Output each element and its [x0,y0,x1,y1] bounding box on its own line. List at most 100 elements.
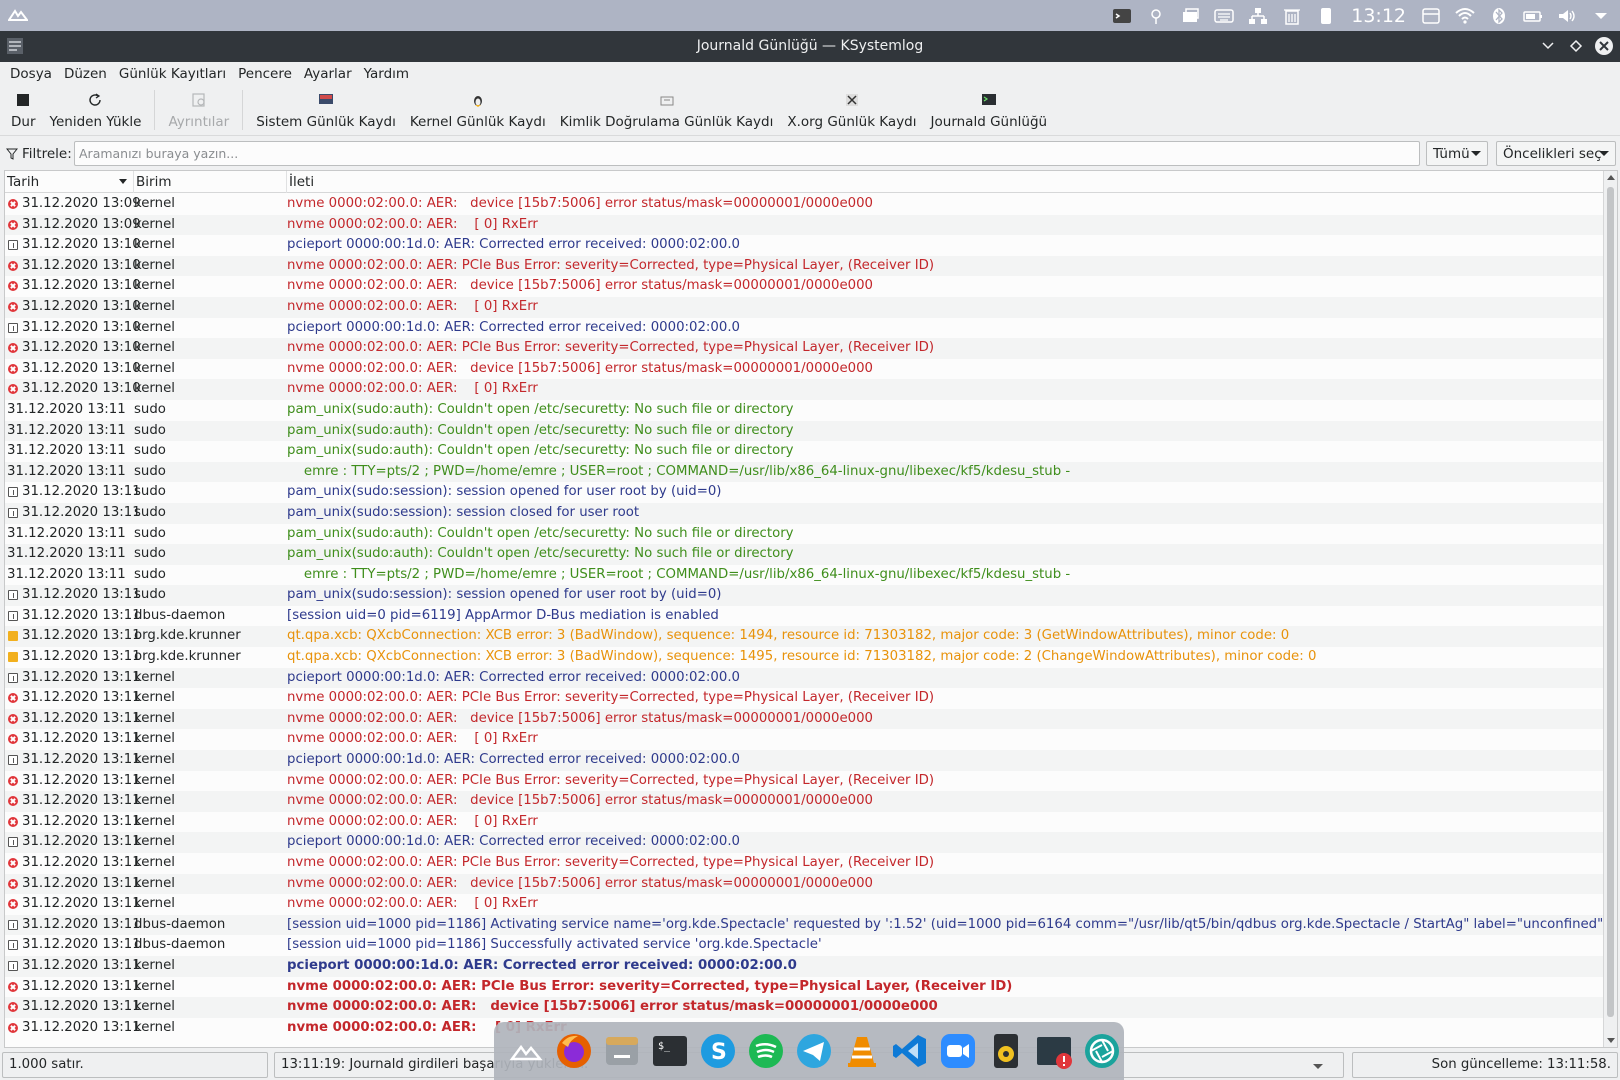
log-table[interactable]: Tarih Birim İleti 31.12.2020 13:09 kernel… [4,170,1618,1048]
table-row[interactable]: 31.12.2020 13:11 sudo pam_unix(sudo:auth):… [5,441,1603,462]
distro-logo-icon[interactable] [7,7,29,23]
table-row[interactable]: 31.12.2020 13:09 kernel nvme 0000:02:00.0:… [5,214,1603,236]
trash-tray-icon[interactable] [1281,6,1303,26]
table-row[interactable]: 31.12.2020 13:10 kernel pcieport 0000:00:1… [5,235,1603,256]
stop-button[interactable]: Dur [4,86,43,130]
table-row[interactable]: 31.12.2020 13:11 org.kde.krunner qt.qpa.xc… [5,647,1603,668]
column-header-date[interactable]: Tarih [5,171,134,193]
auth-log-label: Kimlik Doğrulama Günlük Kaydı [559,114,774,130]
table-row[interactable]: 31.12.2020 13:11 sudo pam_unix(sudo:sessio… [5,585,1603,606]
table-row[interactable]: 31.12.2020 13:11 kernel nvme 0000:02:00.0:… [5,894,1603,915]
spotify-icon[interactable] [746,1031,786,1071]
auth-log-button[interactable]: Kimlik Doğrulama Günlük Kaydı [553,86,781,130]
column-header-message[interactable]: İleti [287,171,1603,193]
table-row[interactable]: 31.12.2020 13:11 dbus-daemon [session uid=… [5,914,1608,936]
system-log-button[interactable]: Sistem Günlük Kaydı [249,86,403,130]
zoom-icon[interactable] [938,1031,978,1071]
column-filter-combo[interactable]: Tümü [1426,141,1488,166]
close-button[interactable] [1594,36,1614,56]
table-row[interactable]: 31.12.2020 13:11 kernel pcieport 0000:00:1… [5,667,1603,689]
table-row[interactable]: 31.12.2020 13:10 kernel pcieport 0000:00:1… [5,318,1603,339]
priority-filter-combo[interactable]: Öncelikleri seç [1496,141,1616,166]
table-row[interactable]: 31.12.2020 13:11 sudo pam_unix(sudo:auth):… [5,420,1603,442]
network-manager-tray-icon[interactable] [1247,6,1269,26]
details-button[interactable]: Ayrıntılar [161,86,236,130]
location-tray-icon[interactable] [1145,6,1167,26]
table-row[interactable]: 31.12.2020 13:11 kernel nvme 0000:02:00.0:… [5,791,1603,812]
ksystemlog-icon[interactable] [1034,1031,1074,1071]
table-row[interactable]: 31.12.2020 13:11 dbus-daemon [session uid=… [5,606,1603,627]
table-row[interactable]: 31.12.2020 13:11 kernel pcieport 0000:00:1… [5,832,1603,853]
clock[interactable]: 13:12 [1351,5,1406,27]
journald-log-button[interactable]: Journald Günlüğü [924,86,1055,130]
minimize-button[interactable] [1538,36,1558,56]
telegram-icon[interactable] [794,1031,834,1071]
table-row[interactable]: 31.12.2020 13:11 kernel nvme 0000:02:00.0:… [5,771,1603,792]
xorg-log-button[interactable]: X.org Günlük Kaydı [780,86,923,130]
window-titlebar[interactable]: Journald Günlüğü — KSystemlog [0,31,1620,62]
table-row[interactable]: 31.12.2020 13:11 kernel pcieport 0000:00:1… [5,955,1603,977]
menu-logs[interactable]: Günlük Kayıtları [113,66,232,82]
scroll-up-arrow-icon[interactable] [1607,175,1615,180]
table-row[interactable]: 31.12.2020 13:10 kernel nvme 0000:02:00.0:… [5,379,1603,400]
app-launcher-icon[interactable] [506,1031,546,1071]
calendar-tray-icon[interactable] [1420,6,1442,26]
table-row[interactable]: 31.12.2020 13:09 kernel nvme 0000:02:00.0:… [5,194,1603,215]
tray-expand-icon[interactable] [1590,6,1612,26]
table-row[interactable]: 31.12.2020 13:10 kernel nvme 0000:02:00.0:… [5,255,1603,277]
files-icon[interactable] [602,1031,642,1071]
kernel-log-button[interactable]: Kernel Günlük Kaydı [403,86,553,130]
table-row[interactable]: 31.12.2020 13:11 sudo pam_unix(sudo:auth):… [5,544,1603,565]
aperture-icon[interactable] [1082,1031,1122,1071]
table-row[interactable]: 31.12.2020 13:11 dbus-daemon [session uid=… [5,935,1603,956]
table-row[interactable]: 31.12.2020 13:11 kernel nvme 0000:02:00.0:… [5,729,1603,750]
audio-player-icon[interactable] [986,1031,1026,1071]
menu-edit[interactable]: Düzen [58,66,113,82]
table-row[interactable]: 31.12.2020 13:10 kernel nvme 0000:02:00.0:… [5,359,1603,380]
table-row[interactable]: 31.12.2020 13:11 kernel nvme 0000:02:00.0:… [5,873,1603,895]
wifi-tray-icon[interactable] [1454,6,1476,26]
table-row[interactable]: 31.12.2020 13:11 kernel nvme 0000:02:00.0:… [5,977,1603,998]
column-header-unit-label: Birim [136,174,172,190]
scrollbar-thumb[interactable] [1607,187,1614,1017]
vscode-icon[interactable] [890,1031,930,1071]
firefox-icon[interactable] [554,1031,594,1071]
table-row[interactable]: 31.12.2020 13:11 kernel nvme 0000:02:00.0:… [5,708,1603,730]
clipboard-tray-icon[interactable] [1179,6,1201,26]
table-row[interactable]: 31.12.2020 13:11 kernel nvme 0000:02:00.0:… [5,853,1603,874]
terminal-icon[interactable]: $_ [650,1031,690,1071]
battery-tray-icon[interactable] [1522,6,1544,26]
device-notifier-tray-icon[interactable] [1315,6,1337,26]
terminal-tray-icon[interactable] [1111,6,1133,26]
table-row[interactable]: 31.12.2020 13:10 kernel nvme 0000:02:00.0:… [5,276,1603,297]
menu-file[interactable]: Dosya [4,66,58,82]
table-row[interactable]: 31.12.2020 13:11 sudo pam_unix(sudo:sessio… [5,482,1603,503]
column-header-unit[interactable]: Birim [134,171,287,193]
table-row[interactable]: 31.12.2020 13:11 sudo emre : TTY=pts/2 ; … [5,565,1603,586]
table-row[interactable]: 31.12.2020 13:11 kernel nvme 0000:02:00.0:… [5,688,1603,709]
reload-button[interactable]: Yeniden Yükle [43,86,149,130]
table-row[interactable]: 31.12.2020 13:11 kernel nvme 0000:02:00.0:… [5,812,1603,833]
menu-settings[interactable]: Ayarlar [298,66,358,82]
search-input[interactable] [74,141,1420,166]
table-row[interactable]: 31.12.2020 13:11 sudo pam_unix(sudo:sessio… [5,502,1603,524]
table-row[interactable]: 31.12.2020 13:10 kernel nvme 0000:02:00.0:… [5,338,1603,359]
cell-message: nvme 0000:02:00.0: AER: [ 0] RxErr [287,216,538,232]
skype-icon[interactable]: S [698,1031,738,1071]
volume-tray-icon[interactable] [1556,6,1578,26]
scroll-down-arrow-icon[interactable] [1607,1038,1615,1043]
bluetooth-tray-icon[interactable] [1488,6,1510,26]
table-row[interactable]: 31.12.2020 13:10 kernel nvme 0000:02:00.0:… [5,296,1603,318]
menu-window[interactable]: Pencere [232,66,298,82]
vertical-scrollbar[interactable] [1603,171,1617,1047]
vlc-icon[interactable] [842,1031,882,1071]
maximize-button[interactable] [1566,36,1586,56]
table-row[interactable]: 31.12.2020 13:11 kernel pcieport 0000:00:1… [5,750,1603,771]
menu-help[interactable]: Yardım [358,66,415,82]
table-row[interactable]: 31.12.2020 13:11 sudo pam_unix(sudo:auth):… [5,400,1603,421]
table-row[interactable]: 31.12.2020 13:11 org.kde.krunner qt.qpa.xc… [5,626,1603,648]
table-row[interactable]: 31.12.2020 13:11 sudo pam_unix(sudo:auth):… [5,524,1603,545]
keyboard-tray-icon[interactable] [1213,6,1235,26]
table-row[interactable]: 31.12.2020 13:11 kernel nvme 0000:02:00.0:… [5,997,1603,1018]
table-row[interactable]: 31.12.2020 13:11 sudo emre : TTY=pts/2 ; … [5,461,1603,483]
